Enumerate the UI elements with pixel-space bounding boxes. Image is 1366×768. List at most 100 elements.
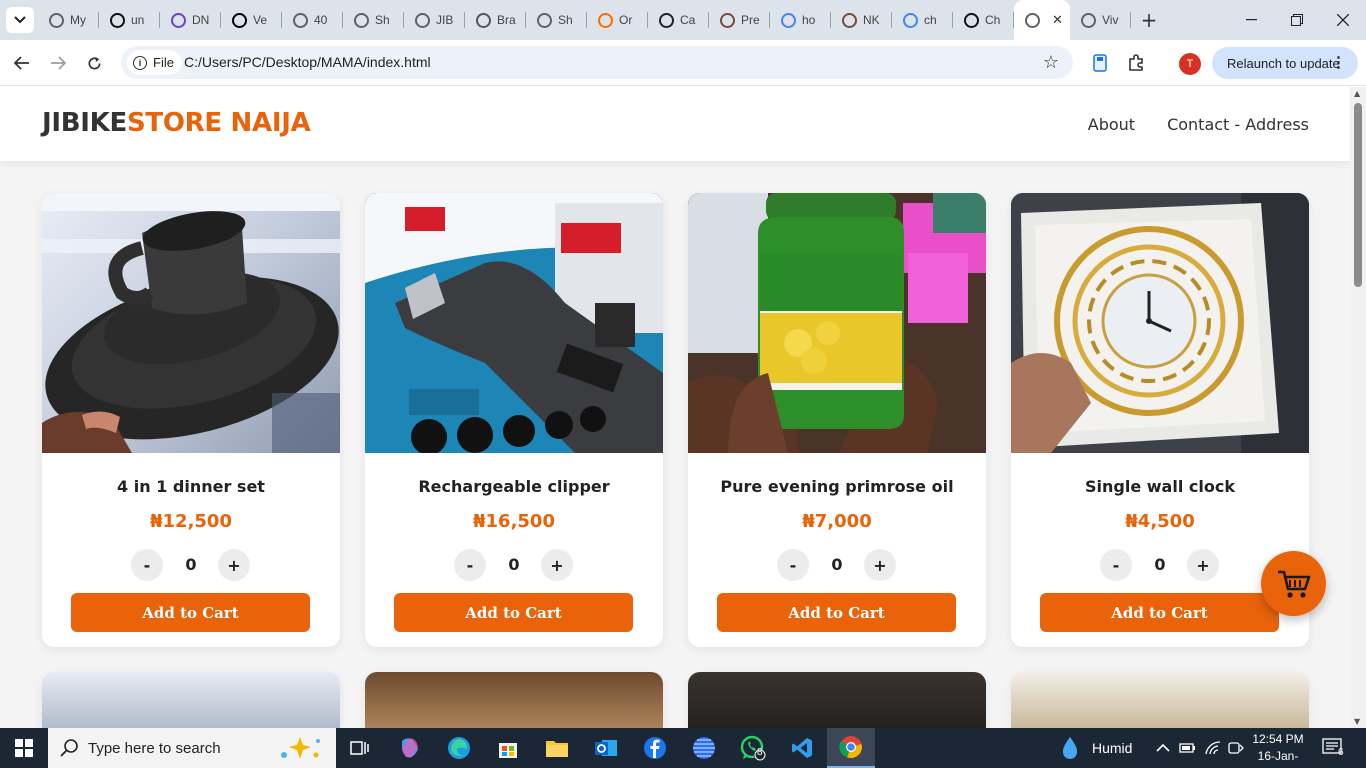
taskbar-store[interactable]: [484, 728, 532, 768]
taskbar-search-box[interactable]: Type here to search: [48, 728, 336, 768]
browser-tab-active[interactable]: ✕: [1014, 0, 1070, 40]
browser-tab[interactable]: Sh: [343, 0, 404, 40]
product-name: 4 in 1 dinner set: [117, 477, 265, 496]
minimize-icon: [1245, 19, 1257, 21]
relaunch-button[interactable]: Relaunch to update ⋮: [1212, 47, 1358, 79]
nav-contact-address[interactable]: Contact - Address: [1167, 115, 1309, 134]
site-logo[interactable]: JIBIKESTORE NAIJA: [42, 108, 311, 138]
scroll-up-arrow-icon[interactable]: ▲: [1354, 89, 1360, 98]
scroll-thumb[interactable]: [1354, 103, 1362, 287]
browser-tab[interactable]: ho: [770, 0, 831, 40]
battery-indicator[interactable]: [1179, 728, 1197, 768]
product-card: [365, 672, 663, 728]
taskbar-file-explorer[interactable]: [533, 728, 581, 768]
floating-cart-button[interactable]: [1261, 551, 1326, 616]
browser-tab[interactable]: NK: [831, 0, 892, 40]
forward-button[interactable]: [44, 49, 72, 77]
scroll-down-arrow-icon[interactable]: ▼: [1354, 717, 1360, 726]
vscode-icon: [792, 738, 812, 758]
taskbar-clock[interactable]: 12:54 PM 16-Jan-26: [1252, 731, 1304, 768]
browser-tab[interactable]: Ch: [953, 0, 1014, 40]
nav-about[interactable]: About: [1088, 115, 1135, 134]
network-indicator[interactable]: [1204, 728, 1222, 768]
decrease-quantity-button[interactable]: -: [454, 549, 486, 581]
edge-icon: [448, 737, 470, 759]
chevron-up-icon: [1156, 743, 1170, 752]
extensions-button[interactable]: [1123, 50, 1149, 76]
taskbar-whatsapp[interactable]: 8: [729, 728, 777, 768]
browser-tab[interactable]: un: [99, 0, 160, 40]
task-view-icon: [350, 741, 369, 755]
browser-tab[interactable]: Viv: [1070, 0, 1131, 40]
volume-indicator[interactable]: [1228, 728, 1246, 768]
increase-quantity-button[interactable]: +: [218, 549, 250, 581]
battery-icon: [1179, 743, 1195, 753]
close-tab-icon[interactable]: ✕: [1052, 12, 1063, 28]
browser-tab[interactable]: Ca: [648, 0, 709, 40]
add-to-cart-button[interactable]: Add to Cart: [717, 593, 956, 632]
add-to-cart-button[interactable]: Add to Cart: [394, 593, 633, 632]
browser-tab[interactable]: Ve: [221, 0, 282, 40]
page-scrollbar[interactable]: ▲ ▼: [1350, 87, 1366, 728]
browser-tab[interactable]: Or: [587, 0, 648, 40]
taskbar-copilot[interactable]: [386, 728, 434, 768]
bookmark-star-icon[interactable]: ☆: [1043, 52, 1059, 73]
add-to-cart-button[interactable]: Add to Cart: [1040, 593, 1279, 632]
droplet-icon: [1062, 737, 1078, 759]
show-hidden-icons-button[interactable]: [1156, 728, 1170, 768]
notification-center-button[interactable]: 6: [1322, 728, 1344, 768]
taskbar-chrome[interactable]: [827, 728, 875, 768]
product-price: ₦16,500: [473, 511, 555, 532]
decrease-quantity-button[interactable]: -: [777, 549, 809, 581]
add-to-cart-button[interactable]: Add to Cart: [71, 593, 310, 632]
browser-tab[interactable]: Pre: [709, 0, 770, 40]
url-text[interactable]: C:/Users/PC/Desktop/MAMA/index.html: [184, 54, 431, 70]
puzzle-icon: [1129, 54, 1143, 71]
back-button[interactable]: [8, 49, 36, 77]
taskbar-outlook[interactable]: [582, 728, 630, 768]
increase-quantity-button[interactable]: +: [541, 549, 573, 581]
browser-tab[interactable]: DN: [160, 0, 221, 40]
relaunch-label: Relaunch to update: [1227, 55, 1340, 71]
close-window-button[interactable]: [1320, 0, 1366, 40]
site-info-chip[interactable]: i File: [127, 50, 182, 75]
increase-quantity-button[interactable]: +: [864, 549, 896, 581]
doc-icon: [476, 12, 491, 28]
clipper-image: [365, 193, 663, 453]
increase-quantity-button[interactable]: +: [1187, 549, 1219, 581]
decrease-quantity-button[interactable]: -: [1100, 549, 1132, 581]
reload-button[interactable]: [80, 49, 108, 77]
browser-tab[interactable]: My: [38, 0, 99, 40]
new-tab-button[interactable]: +: [1131, 0, 1167, 40]
quantity-value: 0: [1154, 555, 1166, 574]
arrow-left-icon: [14, 56, 29, 70]
browser-tab[interactable]: ch: [892, 0, 953, 40]
weather-widget[interactable]: Humid: [1060, 728, 1132, 768]
tab-title: Sh: [558, 13, 573, 27]
product-image-clipper: [365, 193, 663, 453]
taskbar-vscode[interactable]: [778, 728, 826, 768]
product-image-primrose-oil: [688, 193, 986, 453]
windows-taskbar: Type here to search 8 Humid 12:54 PM 16-…: [0, 728, 1366, 768]
taskbar-edge[interactable]: [435, 728, 483, 768]
browser-tab[interactable]: 40: [282, 0, 343, 40]
browser-tab[interactable]: Sh: [526, 0, 587, 40]
whatsapp-badge: 8: [757, 747, 763, 758]
taskbar-app[interactable]: [680, 728, 728, 768]
taskbar-facebook[interactable]: [631, 728, 679, 768]
browser-tab[interactable]: JIB: [404, 0, 465, 40]
decrease-quantity-button[interactable]: -: [131, 549, 163, 581]
copilot-icon: [402, 738, 418, 758]
browser-tab[interactable]: Bra: [465, 0, 526, 40]
restore-button[interactable]: [1274, 0, 1320, 40]
profile-avatar[interactable]: T: [1179, 53, 1201, 75]
product-price: ₦12,500: [150, 511, 232, 532]
minimize-button[interactable]: [1228, 0, 1274, 40]
more-menu-icon[interactable]: ⋮: [1331, 53, 1346, 71]
reading-list-button[interactable]: [1087, 50, 1113, 76]
browser-tab-strip: My un DN Ve 40 Sh JIB Bra Sh Or Ca Pre ho NK ch Ch ✕ Viv +: [0, 0, 1366, 40]
tab-search-button[interactable]: [6, 7, 34, 33]
start-button[interactable]: [0, 728, 48, 768]
task-view-button[interactable]: [336, 728, 384, 768]
address-bar[interactable]: i File C:/Users/PC/Desktop/MAMA/index.ht…: [121, 46, 1073, 79]
